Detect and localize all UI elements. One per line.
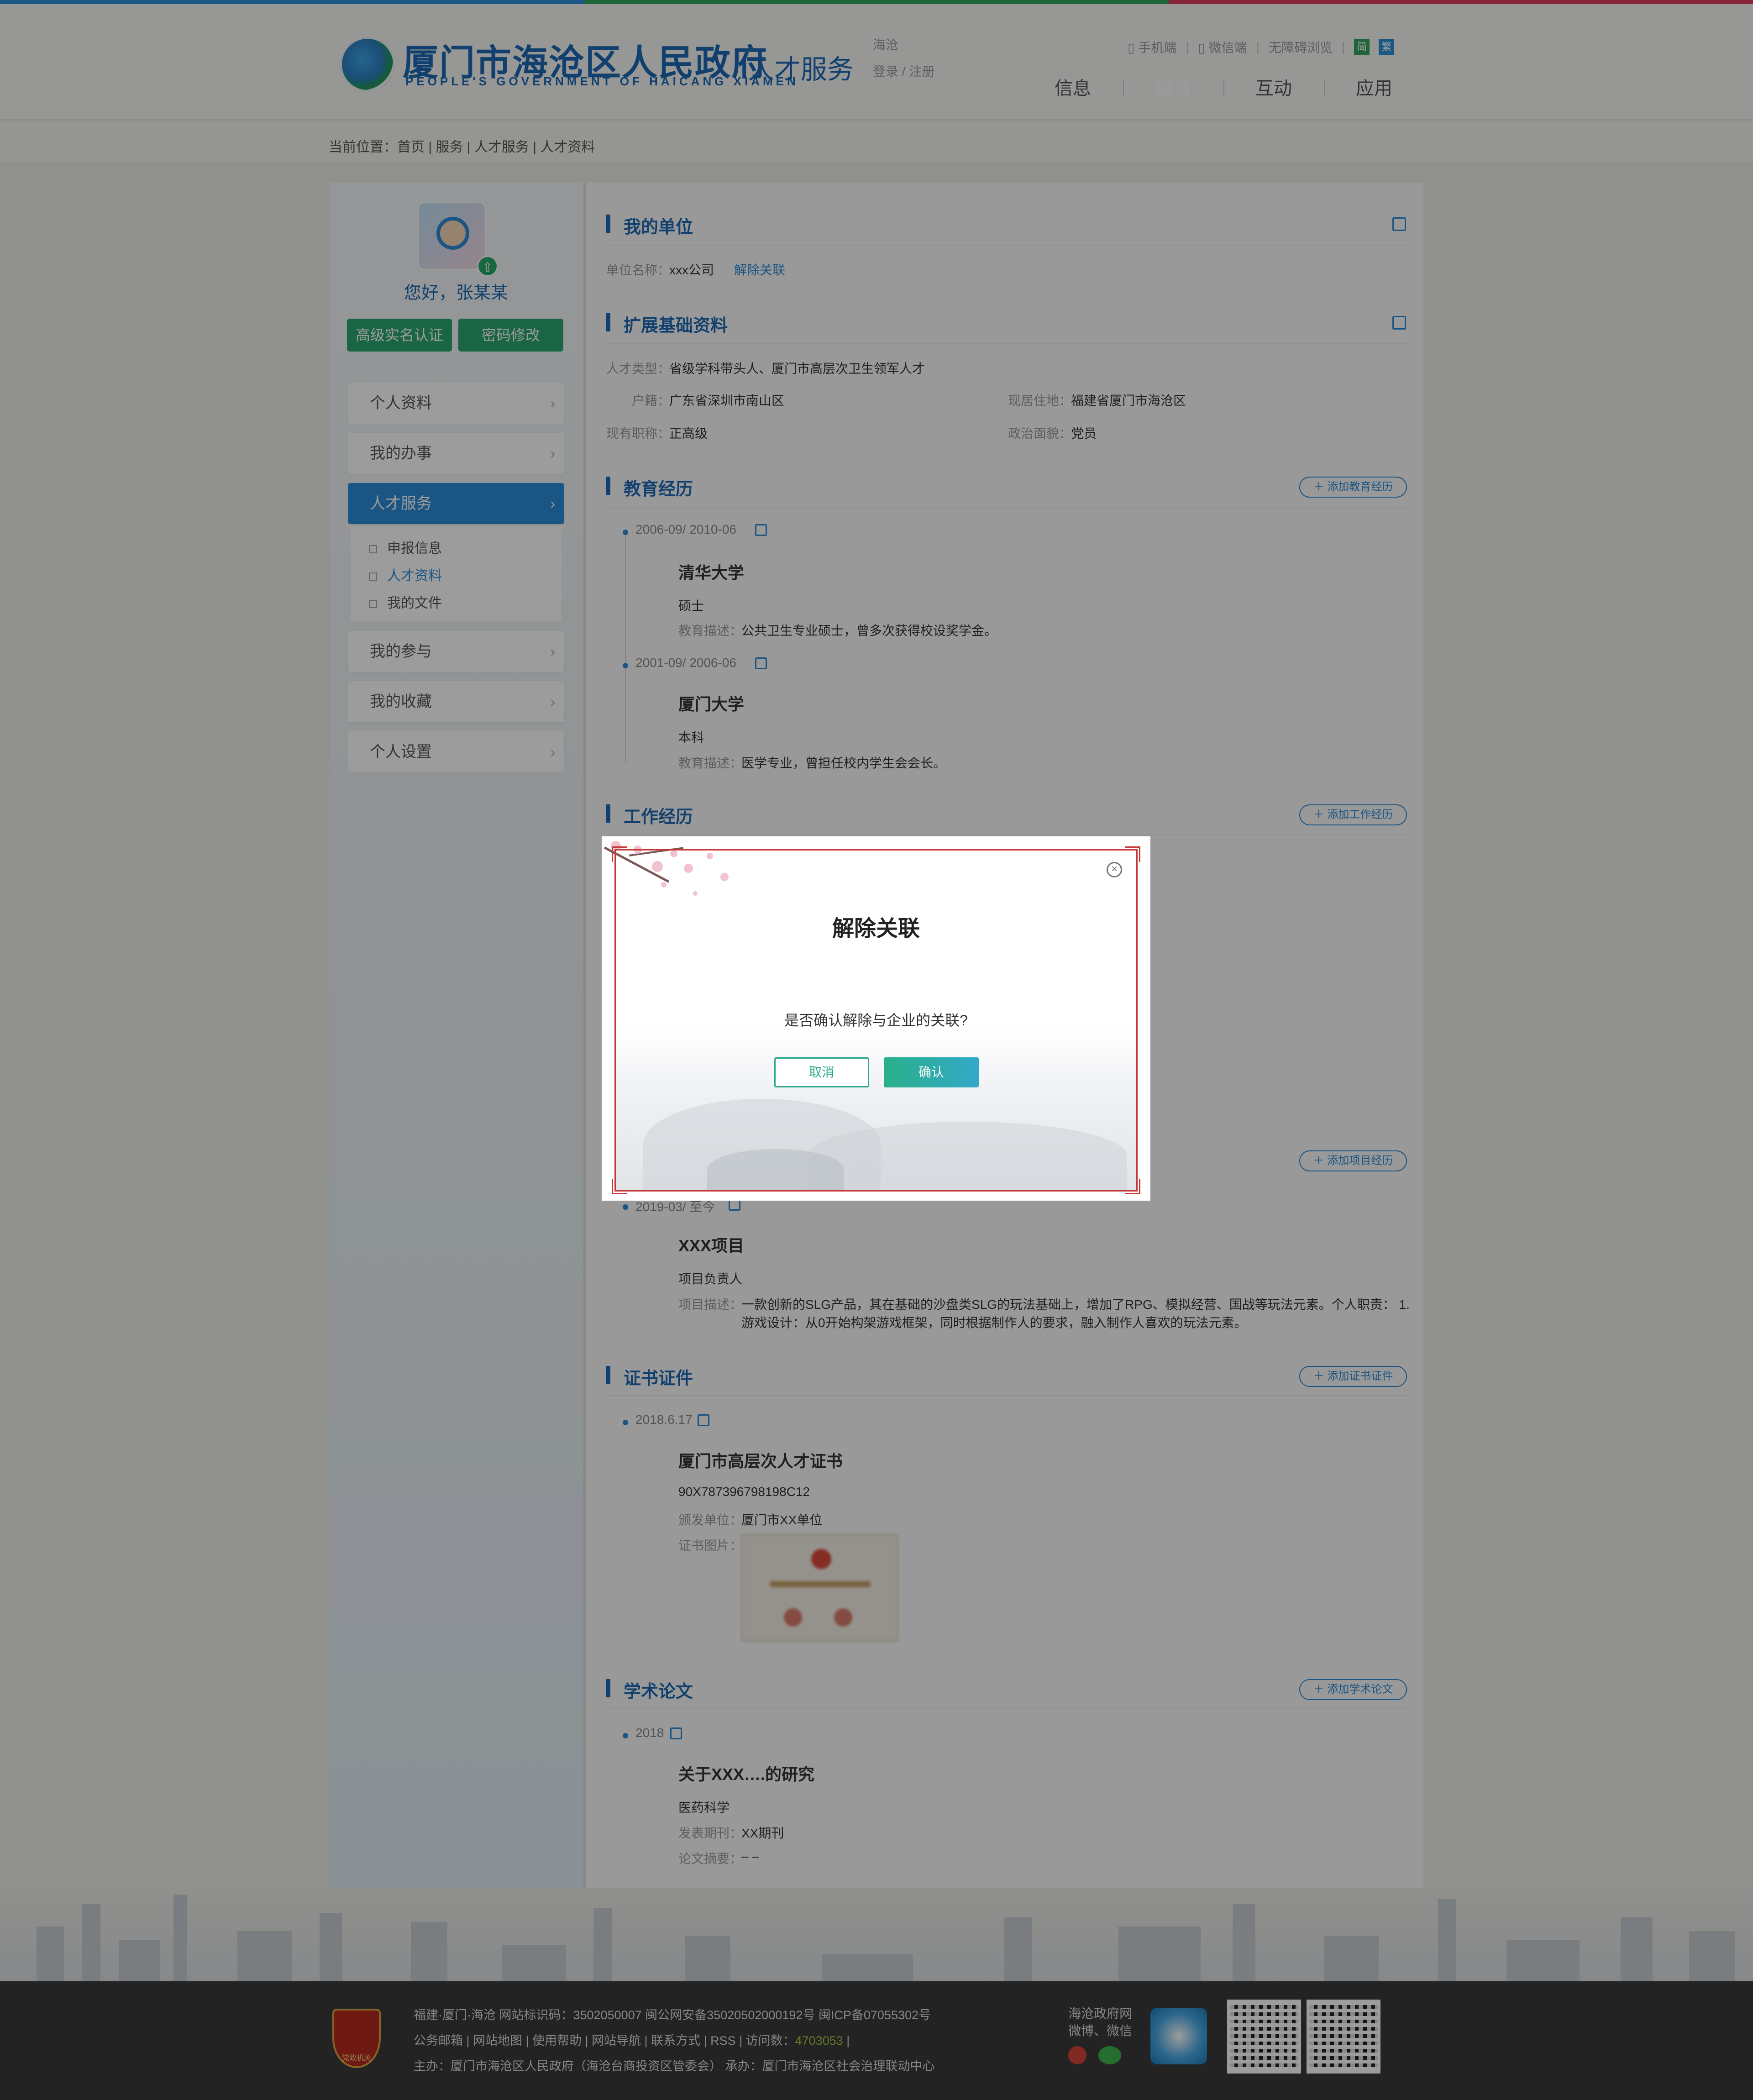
close-icon[interactable]: × <box>1107 862 1122 877</box>
dialog-message: 是否确认解除与企业的关联? <box>784 1012 968 1029</box>
frame-corner <box>1125 846 1140 862</box>
confirm-button[interactable]: 确认 <box>884 1057 979 1087</box>
frame-corner <box>612 846 627 862</box>
cancel-button[interactable]: 取消 <box>774 1057 869 1087</box>
dialog-title: 解除关联 <box>832 917 920 941</box>
frame-corner <box>612 1179 627 1194</box>
frame-corner <box>1125 1179 1140 1194</box>
unlink-dialog: × 解除关联 是否确认解除与企业的关联? 取消 确认 <box>602 836 1150 1201</box>
